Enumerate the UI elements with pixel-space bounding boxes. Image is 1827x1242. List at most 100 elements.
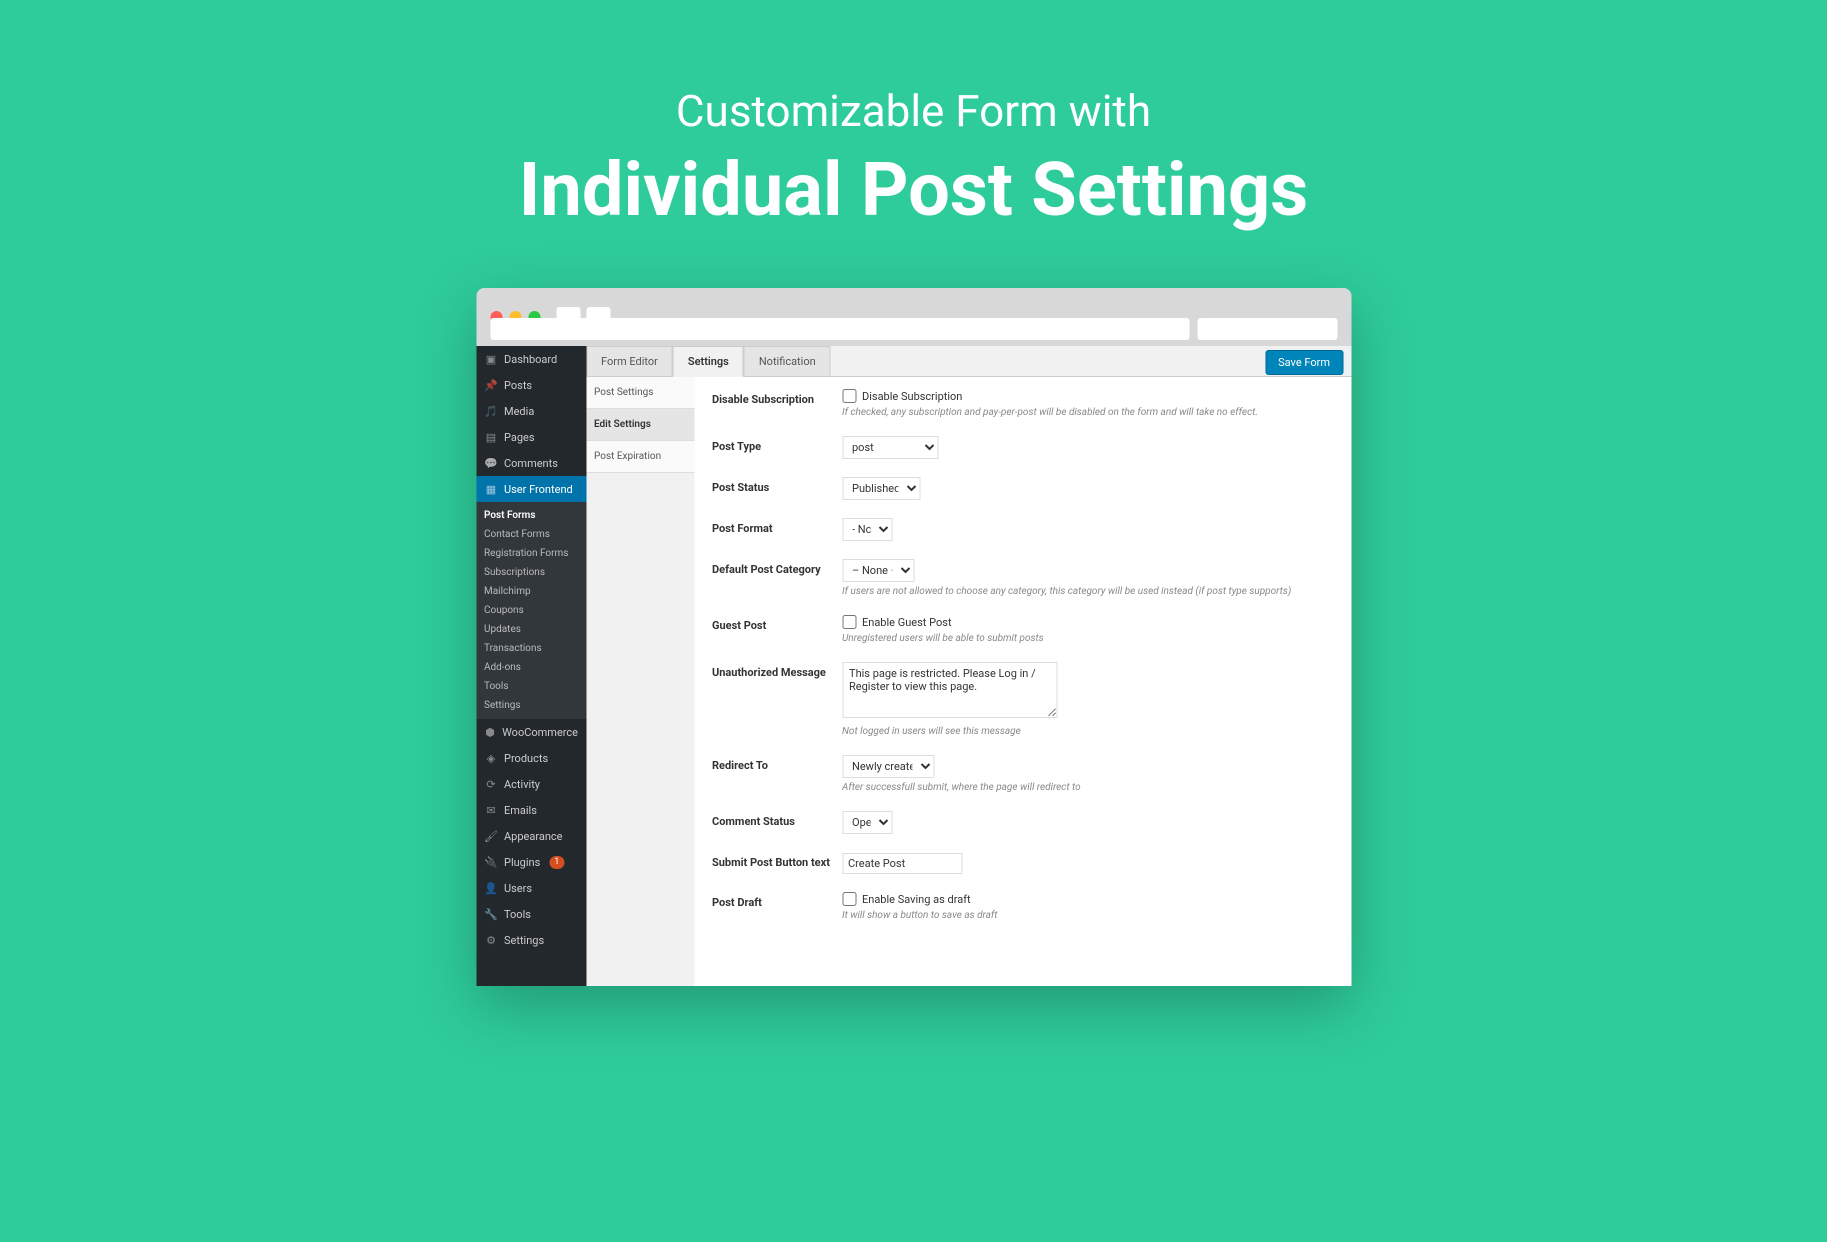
menu-label: Appearance xyxy=(504,830,563,843)
help-disable-subscription: If checked, any subscription and pay-per… xyxy=(842,407,1333,418)
menu-plugins[interactable]: 🔌 Plugins 1 xyxy=(476,849,586,875)
label-post-draft: Post Draft xyxy=(712,892,842,921)
menu-user-frontend[interactable]: ▦ User Frontend xyxy=(476,476,586,502)
menu-appearance[interactable]: 🖌 Appearance xyxy=(476,823,586,849)
menu-settings[interactable]: ⚙ Settings xyxy=(476,927,586,953)
dashboard-icon: ▣ xyxy=(484,352,498,366)
label-post-format: Post Format xyxy=(712,518,842,541)
menu-woocommerce[interactable]: ⬢ WooCommerce xyxy=(476,719,586,745)
row-disable-subscription: Disable Subscription Disable Subscriptio… xyxy=(712,389,1333,418)
checkbox-label-disable-subscription: Disable Subscription xyxy=(862,390,962,403)
submenu-subscriptions[interactable]: Subscriptions xyxy=(476,563,586,582)
menu-products[interactable]: ◈ Products xyxy=(476,745,586,771)
pin-icon: 📌 xyxy=(484,378,498,392)
select-post-status[interactable]: Published xyxy=(842,477,920,500)
checkbox-guest-post[interactable] xyxy=(842,615,856,629)
media-icon: 🎵 xyxy=(484,404,498,418)
label-disable-subscription: Disable Subscription xyxy=(712,389,842,418)
row-guest-post: Guest Post Enable Guest Post Unregistere… xyxy=(712,615,1333,644)
menu-pages[interactable]: ▤ Pages xyxy=(476,424,586,450)
wp-admin-sidebar: ▣ Dashboard 📌 Posts 🎵 Media ▤ Pages 💬 Co… xyxy=(476,346,586,986)
form-panel: Disable Subscription Disable Subscriptio… xyxy=(694,377,1351,986)
submenu-contact-forms[interactable]: Contact Forms xyxy=(476,525,586,544)
label-comment-status: Comment Status xyxy=(712,811,842,834)
checkbox-disable-subscription[interactable] xyxy=(842,389,856,403)
form-tabs: Form Editor Settings Notification Save F… xyxy=(586,346,1351,377)
menu-label: Users xyxy=(504,882,532,895)
select-post-format[interactable]: - None - xyxy=(842,518,892,541)
select-default-category[interactable]: – None – xyxy=(842,559,914,582)
submenu-tools[interactable]: Tools xyxy=(476,677,586,696)
textarea-unauthorized-message[interactable] xyxy=(842,662,1057,718)
select-redirect-to[interactable]: Newly created post xyxy=(842,755,934,778)
tab-form-editor[interactable]: Form Editor xyxy=(586,346,673,376)
page-icon: ▤ xyxy=(484,430,498,444)
hero-title: Individual Post Settings xyxy=(0,147,1827,234)
url-bar-secondary[interactable] xyxy=(1197,318,1337,340)
form-icon: ▦ xyxy=(484,482,498,496)
save-form-button[interactable]: Save Form xyxy=(1265,350,1343,375)
input-submit-button-text[interactable] xyxy=(842,853,962,874)
tab-notification[interactable]: Notification xyxy=(744,346,831,376)
submenu-registration-forms[interactable]: Registration Forms xyxy=(476,544,586,563)
help-redirect-to: After successfull submit, where the page… xyxy=(842,782,1333,793)
menu-tools[interactable]: 🔧 Tools xyxy=(476,901,586,927)
label-redirect-to: Redirect To xyxy=(712,755,842,793)
select-post-type[interactable]: post xyxy=(842,436,938,459)
menu-activity[interactable]: ⟳ Activity xyxy=(476,771,586,797)
settings-nav-edit-settings[interactable]: Edit Settings xyxy=(586,409,694,441)
submenu-transactions[interactable]: Transactions xyxy=(476,639,586,658)
menu-posts[interactable]: 📌 Posts xyxy=(476,372,586,398)
row-post-format: Post Format - None - xyxy=(712,518,1333,541)
plugin-icon: 🔌 xyxy=(484,855,498,869)
submenu-mailchimp[interactable]: Mailchimp xyxy=(476,582,586,601)
row-redirect-to: Redirect To Newly created post After suc… xyxy=(712,755,1333,793)
activity-icon: ⟳ xyxy=(484,777,498,791)
menu-label: Products xyxy=(504,752,548,765)
browser-window: ▣ Dashboard 📌 Posts 🎵 Media ▤ Pages 💬 Co… xyxy=(476,288,1351,986)
menu-users[interactable]: 👤 Users xyxy=(476,875,586,901)
url-bar[interactable] xyxy=(490,318,1189,340)
tab-settings[interactable]: Settings xyxy=(673,346,744,377)
browser-address-row xyxy=(490,318,1337,340)
row-comment-status: Comment Status Open xyxy=(712,811,1333,834)
email-icon: ✉ xyxy=(484,803,498,817)
label-submit-button-text: Submit Post Button text xyxy=(712,852,842,874)
plugins-badge: 1 xyxy=(549,856,564,869)
checkbox-post-draft[interactable] xyxy=(842,892,856,906)
menu-label: Settings xyxy=(504,934,544,947)
row-post-type: Post Type post xyxy=(712,436,1333,459)
tools-icon: 🔧 xyxy=(484,907,498,921)
menu-media[interactable]: 🎵 Media xyxy=(476,398,586,424)
menu-label: Plugins xyxy=(504,856,540,869)
menu-label: Dashboard xyxy=(504,353,557,366)
submenu-user-frontend: Post Forms Contact Forms Registration Fo… xyxy=(476,502,586,719)
row-post-status: Post Status Published xyxy=(712,477,1333,500)
settings-nav-post-settings[interactable]: Post Settings xyxy=(586,377,694,409)
menu-comments[interactable]: 💬 Comments xyxy=(476,450,586,476)
submenu-updates[interactable]: Updates xyxy=(476,620,586,639)
help-post-draft: It will show a button to save as draft xyxy=(842,910,1333,921)
menu-label: Media xyxy=(504,405,534,418)
menu-label: WooCommerce xyxy=(502,726,578,739)
product-icon: ◈ xyxy=(484,751,498,765)
hero-subtitle: Customizable Form with xyxy=(0,85,1827,137)
select-comment-status[interactable]: Open xyxy=(842,811,892,834)
menu-label: Tools xyxy=(504,908,531,921)
label-unauthorized-message: Unauthorized Message xyxy=(712,662,842,737)
settings-nav: Post Settings Edit Settings Post Expirat… xyxy=(586,377,694,986)
menu-emails[interactable]: ✉ Emails xyxy=(476,797,586,823)
brush-icon: 🖌 xyxy=(484,829,498,843)
menu-label: Emails xyxy=(504,804,537,817)
browser-chrome xyxy=(476,288,1351,346)
woo-icon: ⬢ xyxy=(484,725,496,739)
submenu-coupons[interactable]: Coupons xyxy=(476,601,586,620)
checkbox-label-post-draft: Enable Saving as draft xyxy=(862,893,971,906)
submenu-post-forms[interactable]: Post Forms xyxy=(476,506,586,525)
submenu-settings[interactable]: Settings xyxy=(476,696,586,715)
comment-icon: 💬 xyxy=(484,456,498,470)
menu-label: Posts xyxy=(504,379,532,392)
menu-dashboard[interactable]: ▣ Dashboard xyxy=(476,346,586,372)
submenu-addons[interactable]: Add-ons xyxy=(476,658,586,677)
settings-nav-post-expiration[interactable]: Post Expiration xyxy=(586,441,694,473)
